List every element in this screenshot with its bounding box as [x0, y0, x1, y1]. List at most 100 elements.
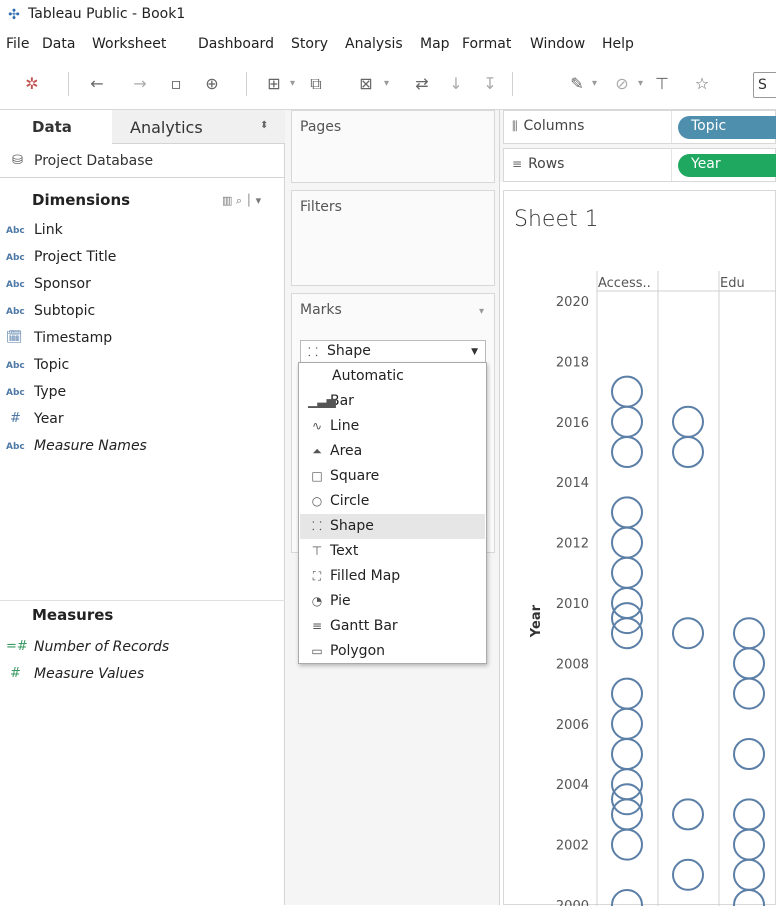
field-type[interactable]: Abc Type [6, 380, 246, 404]
mark-option-polygon[interactable]: ▭ Polygon [300, 639, 485, 664]
menu-window[interactable]: Window [530, 36, 585, 52]
option-label: Circle [330, 493, 370, 509]
field-topic[interactable]: Abc Topic [6, 353, 246, 377]
mark-option-bar[interactable]: ▁▃▅ Bar [300, 389, 485, 414]
undo-icon[interactable]: ← [85, 72, 109, 96]
menu-file[interactable]: File [6, 36, 29, 52]
mark-option-text[interactable]: ⊤ Text [300, 539, 485, 564]
chevron-down-icon[interactable]: ▾ [592, 72, 597, 96]
redo-icon[interactable]: → [128, 72, 152, 96]
tableau-logo-icon: ✣ [8, 7, 20, 23]
menu-format[interactable]: Format [462, 36, 511, 52]
new-worksheet-icon[interactable]: ⊞ [262, 72, 286, 96]
tableau-icon[interactable]: ✲ [20, 72, 44, 96]
field-year[interactable]: # Year [6, 407, 246, 431]
sort-descending-icon[interactable]: ↧ [478, 72, 502, 96]
dimensions-header: Dimensions [32, 191, 131, 209]
data-point [733, 738, 765, 770]
field-label: Project Title [34, 249, 117, 265]
highlight-icon[interactable]: ✎ [565, 72, 589, 96]
datasource-item[interactable]: ⛁ Project Database [0, 144, 285, 178]
field-measure-values[interactable]: # Measure Values [6, 662, 246, 686]
new-datasource-icon[interactable]: ⊕ [200, 72, 224, 96]
column-header-label: Access.. [598, 276, 651, 291]
text-icon: ⊤ [311, 544, 323, 558]
field-measure-names[interactable]: Abc Measure Names [6, 434, 246, 458]
viz-area: Sheet 1 Access.. Edu 2020 2018 2016 2014 2012 2… [503, 190, 776, 906]
data-point [611, 375, 643, 408]
menu-map[interactable]: Map [420, 36, 450, 52]
field-project-title[interactable]: Abc Project Title [6, 245, 246, 269]
number-type-icon: # [10, 411, 21, 426]
sort-ascending-icon[interactable]: ↓ [444, 72, 468, 96]
field-sponsor[interactable]: Abc Sponsor [6, 272, 246, 296]
field-label: Timestamp [34, 330, 113, 346]
field-timestamp[interactable]: 🗓 Timestamp [6, 326, 246, 350]
field-subtopic[interactable]: Abc Subtopic [6, 299, 246, 323]
rows-shelf-label: ≡ Rows [512, 156, 564, 172]
menu-analysis[interactable]: Analysis [345, 36, 403, 52]
mark-option-filled-map[interactable]: ⛶ Filled Map [300, 564, 485, 589]
filters-card[interactable]: Filters [291, 190, 495, 286]
chevron-down-icon[interactable]: ▾ [638, 72, 643, 96]
window-title: Tableau Public - Book1 [28, 6, 186, 22]
y-tick-label: 2010 [556, 597, 589, 612]
fit-select[interactable]: S [753, 72, 776, 98]
data-point [611, 889, 643, 906]
mark-type-select[interactable]: ⸬ Shape ▼ [300, 340, 486, 364]
y-tick-label: 2006 [556, 718, 589, 733]
save-icon[interactable]: ▫ [164, 72, 188, 96]
data-point [733, 647, 765, 680]
rows-shelf[interactable]: ≡ Rows Year [503, 148, 776, 182]
mark-option-square[interactable]: □ Square [300, 464, 485, 489]
swap-rows-columns-icon[interactable]: ⇄ [410, 72, 434, 96]
database-icon: ⛁ [12, 153, 23, 168]
dimensions-tools[interactable]: ▥ ⌕ │ ▾ [222, 194, 261, 208]
field-label: Sponsor [34, 276, 91, 292]
option-label: Line [330, 418, 360, 434]
data-pane: Data Analytics ⬍ ⛁ Project Database Dime… [0, 110, 285, 905]
field-number-of-records[interactable]: =# Number of Records [6, 635, 246, 659]
group-members-icon[interactable]: ⊘ [610, 72, 634, 96]
chevron-down-icon[interactable]: ▾ [290, 72, 295, 96]
pane-menu-icon[interactable]: ⬍ [260, 120, 268, 131]
data-point [611, 828, 643, 861]
topic-pill[interactable]: Topic [678, 116, 776, 139]
clear-sheet-icon[interactable]: ⊠ [354, 72, 378, 96]
scatter-chart[interactable]: Access.. Edu 2020 2018 2016 2014 2012 2010 2008 2… [504, 191, 776, 906]
option-label: Area [330, 443, 363, 459]
option-label: Pie [330, 593, 351, 609]
columns-shelf[interactable]: ⫼ Columns Topic [503, 110, 776, 144]
show-mark-labels-icon[interactable]: ⊤ [650, 72, 674, 96]
menu-worksheet[interactable]: Worksheet [92, 36, 166, 52]
fix-axes-icon[interactable]: ☆ [690, 72, 714, 96]
mark-option-line[interactable]: ∿ Line [300, 414, 485, 439]
mark-option-pie[interactable]: ◔ Pie [300, 589, 485, 614]
mark-option-circle[interactable]: ○ Circle [300, 489, 485, 514]
chevron-down-icon[interactable]: ▾ [384, 72, 389, 96]
tab-data[interactable]: Data [0, 110, 112, 144]
menu-story[interactable]: Story [291, 36, 328, 52]
data-point [611, 405, 643, 438]
filters-title: Filters [300, 199, 342, 215]
title-bar: ✣ Tableau Public - Book1 [0, 0, 776, 32]
rows-label-text: Rows [528, 156, 565, 172]
mark-option-area[interactable]: ⏶ Area [300, 439, 485, 464]
data-point [672, 436, 704, 468]
duplicate-sheet-icon[interactable]: ⧉ [304, 72, 328, 96]
mark-option-shape[interactable]: ⸬ Shape [300, 514, 485, 539]
field-link[interactable]: Abc Link [6, 218, 246, 242]
menu-data[interactable]: Data [42, 36, 75, 52]
field-label: Type [34, 384, 67, 400]
menu-help[interactable]: Help [602, 36, 634, 52]
mark-option-automatic[interactable]: Automatic [300, 364, 485, 389]
pages-card[interactable]: Pages [291, 110, 495, 183]
y-tick-label: 2002 [556, 839, 589, 854]
data-point [672, 798, 704, 831]
columns-icon: ⫼ [512, 119, 518, 133]
menu-dashboard[interactable]: Dashboard [198, 36, 274, 52]
year-pill[interactable]: Year [678, 154, 776, 177]
circle-icon: ○ [311, 494, 323, 508]
mark-option-gantt-bar[interactable]: ≡ Gantt Bar [300, 614, 485, 639]
chevron-down-icon[interactable]: ▾ [479, 306, 484, 317]
